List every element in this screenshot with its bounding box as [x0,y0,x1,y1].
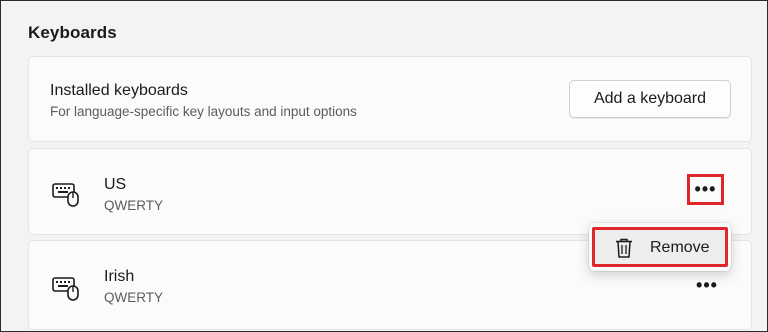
keyboard-layout: QWERTY [104,290,164,305]
more-options-icon: ••• [696,274,718,295]
settings-panel: Keyboards Installed keyboards For langua… [0,0,768,332]
remove-menu-item[interactable]: Remove [592,227,728,267]
keyboard-layout: QWERTY [104,198,164,213]
remove-label: Remove [650,239,710,256]
installed-keyboards-title: Installed keyboards [50,82,188,99]
more-options-button[interactable]: ••• [688,269,726,301]
section-title: Keyboards [28,23,117,42]
keyboard-name: US [104,176,127,193]
more-options-icon: ••• [694,179,717,199]
installed-keyboards-card: Installed keyboards For language-specifi… [28,56,752,142]
keyboard-mouse-icon [52,183,79,207]
add-keyboard-button[interactable]: Add a keyboard [569,80,731,118]
trash-icon [616,238,632,258]
keyboard-name: Irish [104,268,135,285]
installed-keyboards-subtitle: For language-specific key layouts and in… [50,104,357,119]
context-menu: Remove [589,223,731,271]
keyboard-item-us[interactable]: US QWERTY [28,148,752,235]
keyboard-mouse-icon [52,277,79,301]
more-options-button[interactable]: ••• [687,174,724,205]
